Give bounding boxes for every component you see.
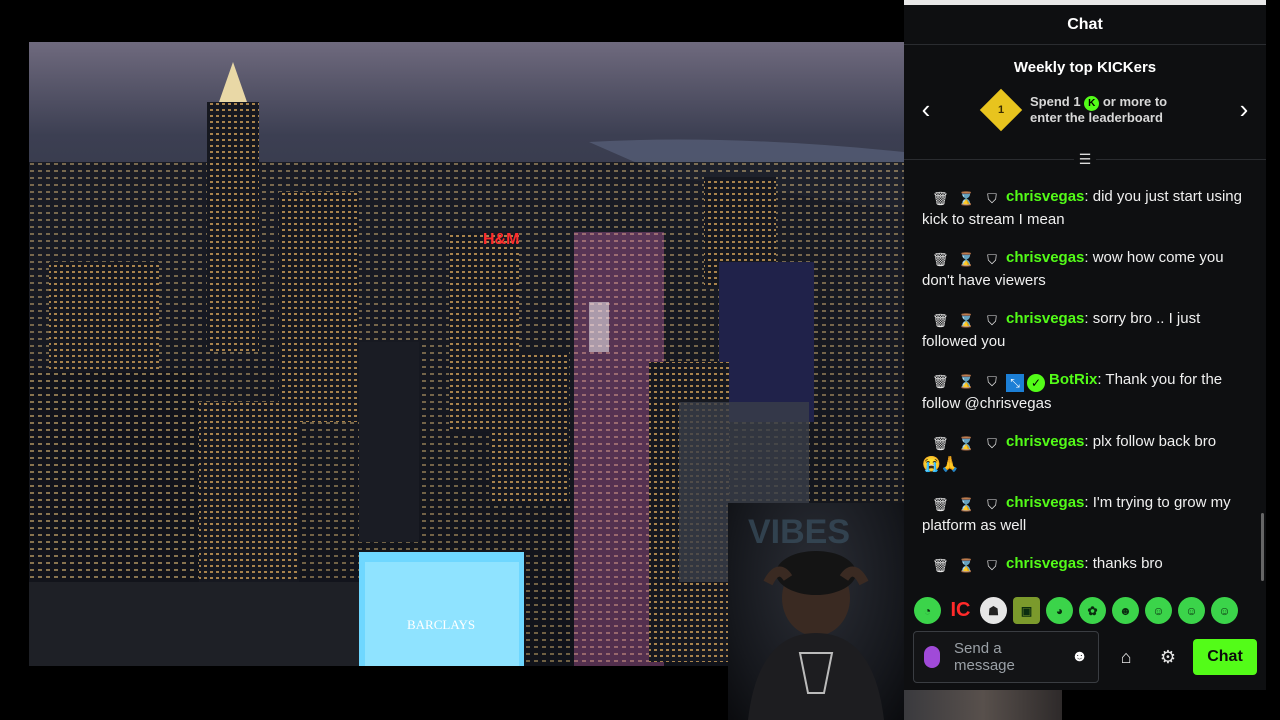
chat-username[interactable]: chrisvegas — [1006, 310, 1084, 327]
timeout-icon[interactable]: ⌛ — [958, 252, 974, 268]
delete-icon[interactable]: 🗑 — [932, 191, 949, 207]
emoji-picker-icon[interactable]: ☻ — [1071, 648, 1088, 666]
chat-message: 🗑 ⌛ ⛉ chrisvegas: thanks bro — [922, 552, 1248, 575]
ban-shield-icon[interactable]: ⛉ — [984, 191, 1000, 207]
streamer-image: VIBES — [748, 513, 884, 720]
webcam-overlay: VIBES — [728, 503, 904, 720]
delete-icon[interactable]: 🗑 — [932, 313, 949, 329]
mod-tools: 🗑 ⌛ ⛉ — [932, 191, 1000, 207]
emote-icon[interactable]: IC — [947, 597, 974, 624]
verified-badge-icon: ✓ — [1027, 374, 1045, 392]
chat-message: 🗑 ⌛ ⛉ chrisvegas: plx follow back bro 😭🙏 — [922, 430, 1248, 476]
ban-shield-icon[interactable]: ⛉ — [984, 558, 1000, 574]
emote-bar: ◔ IC ☗ ▣ ◕ ✿ ☻ ☺ ☺ ☺ — [914, 597, 1238, 624]
delete-icon[interactable]: 🗑 — [932, 252, 949, 268]
kick-coin-icon: K — [1084, 96, 1100, 111]
mod-tools: 🗑 ⌛ ⛉ — [932, 558, 1000, 574]
chat-input-placeholder: Send a message — [954, 640, 1015, 674]
ban-shield-icon[interactable]: ⛉ — [984, 436, 1000, 452]
chat-username[interactable]: chrisvegas — [1006, 555, 1084, 572]
leaderboard: Weekly top KICKers ‹ 1 Spend 1 K or more… — [904, 45, 1266, 168]
barclays-sign: BARCLAYS — [407, 617, 475, 632]
ban-shield-icon[interactable]: ⛉ — [984, 252, 1000, 268]
chat-username[interactable]: BotRix — [1049, 371, 1097, 388]
emote-icon[interactable]: ☺ — [1178, 597, 1205, 624]
chat-messages: 🗑 ⌛ ⛉ chrisvegas: did you just start usi… — [904, 165, 1266, 585]
chat-message: 🗑 ⌛ ⛉ ⤡ ✓ BotRix: Thank you for the follow… — [922, 368, 1248, 415]
timeout-icon[interactable]: ⌛ — [958, 558, 974, 574]
timeout-icon[interactable]: ⌛ — [958, 313, 974, 329]
chevron-right-icon[interactable]: › — [1226, 91, 1262, 127]
chat-text: : plx follow back bro — [1084, 433, 1217, 450]
emote-icon[interactable]: ☻ — [1112, 597, 1139, 624]
webcam-background-strip — [904, 690, 1062, 720]
delete-icon[interactable]: 🗑 — [932, 558, 949, 574]
hm-sign: H&M — [483, 231, 519, 248]
mod-tools: 🗑 ⌛ ⛉ — [932, 436, 1000, 452]
emote-icon[interactable]: ◕ — [1046, 597, 1073, 624]
mod-tools: 🗑 ⌛ ⛉ — [932, 313, 1000, 329]
emote-icon[interactable]: ☺ — [1145, 597, 1172, 624]
emote-icon[interactable]: ☗ — [980, 597, 1007, 624]
leaderboard-line2: enter the leaderboard — [1030, 110, 1163, 125]
emote-icon[interactable]: ☺ — [1211, 597, 1238, 624]
leaderboard-line1-prefix: Spend 1 — [1030, 94, 1081, 109]
mod-tools: 🗑 ⌛ ⛉ — [932, 497, 1000, 513]
ban-shield-icon[interactable]: ⛉ — [984, 374, 1000, 390]
timeout-icon[interactable]: ⌛ — [958, 497, 974, 513]
mod-tools: 🗑 ⌛ ⛉ — [932, 252, 1000, 268]
chat-emoji: 😭🙏 — [922, 456, 960, 473]
chat-message: 🗑 ⌛ ⛉ chrisvegas: did you just start usi… — [922, 185, 1248, 231]
timeout-icon[interactable]: ⌛ — [958, 191, 974, 207]
leaderboard-title: Weekly top KICKers — [1013, 59, 1157, 76]
emote-icon[interactable]: ✿ — [1079, 597, 1106, 624]
leaderboard-body: 1 Spend 1 K or more to enter the leaderb… — [979, 88, 1167, 132]
chat-message: 🗑 ⌛ ⛉ chrisvegas: wow how come you don't… — [922, 246, 1248, 292]
send-chat-button[interactable]: Chat — [1193, 639, 1257, 675]
timeout-icon[interactable]: ⌛ — [958, 374, 974, 390]
microphone-icon[interactable] — [924, 646, 940, 668]
store-icon[interactable]: ⌂ — [1111, 642, 1141, 672]
chat-input-row: Send a message ☻ ⌂ ⚙ Chat — [913, 631, 1257, 683]
ban-shield-icon[interactable]: ⛉ — [984, 497, 1000, 513]
chat-scrollbar[interactable] — [1261, 513, 1264, 581]
chat-panel: Chat Weekly top KICKers ‹ 1 Spend 1 K or… — [904, 0, 1266, 690]
leaderboard-line1-suffix: or more to — [1102, 94, 1168, 109]
chat-message: 🗑 ⌛ ⛉ chrisvegas: sorry bro .. I just fo… — [922, 307, 1248, 353]
bot-badge-icon: ⤡ — [1006, 374, 1024, 392]
emote-icon[interactable]: ▣ — [1013, 597, 1040, 624]
chat-title: Chat — [904, 5, 1266, 45]
chat-text: : thanks bro — [1084, 555, 1163, 572]
emote-icon[interactable]: ◔ — [914, 597, 941, 624]
chat-message: 🗑 ⌛ ⛉ chrisvegas: I'm trying to grow my … — [922, 491, 1248, 537]
delete-icon[interactable]: 🗑 — [932, 436, 949, 452]
timeout-icon[interactable]: ⌛ — [958, 436, 974, 452]
gear-icon[interactable]: ⚙ — [1153, 642, 1183, 672]
chat-username[interactable]: chrisvegas — [1006, 249, 1084, 266]
leaderboard-text: Spend 1 K or more to enter the leaderboa… — [1030, 95, 1167, 125]
chat-input[interactable]: Send a message ☻ — [913, 631, 1099, 683]
ban-shield-icon[interactable]: ⛉ — [984, 313, 1000, 329]
chevron-left-icon[interactable]: ‹ — [908, 91, 944, 127]
svg-text:VIBES: VIBES — [748, 513, 850, 551]
right-edge-strip — [1266, 0, 1280, 720]
delete-icon[interactable]: 🗑 — [932, 497, 949, 513]
delete-icon[interactable]: 🗑 — [932, 374, 949, 390]
rank-badge-icon: 1 — [979, 88, 1023, 132]
chat-username[interactable]: chrisvegas — [1006, 494, 1084, 511]
rank-number: 1 — [997, 104, 1005, 116]
mod-tools: 🗑 ⌛ ⛉ — [932, 374, 1000, 390]
chat-username[interactable]: chrisvegas — [1006, 188, 1084, 205]
chat-username[interactable]: chrisvegas — [1006, 433, 1084, 450]
